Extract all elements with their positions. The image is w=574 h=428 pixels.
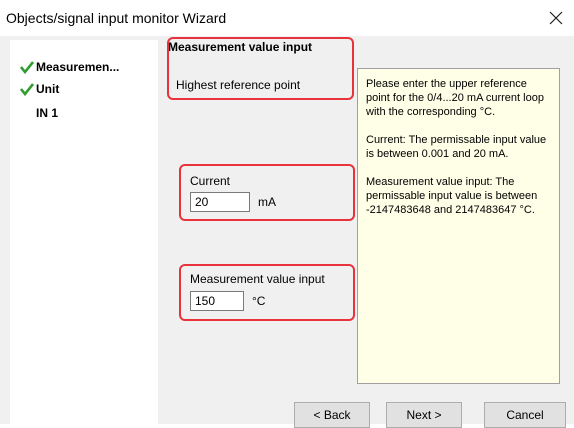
dialog-client: Measuremen... Unit IN 1 Measurement valu… <box>0 36 574 428</box>
step-measurement: Measuremen... <box>20 60 119 74</box>
page-title: Measurement value input <box>168 40 313 54</box>
checkmark-icon <box>20 61 34 74</box>
help-panel: Please enter the upper reference point f… <box>357 68 560 384</box>
back-button[interactable]: < Back <box>294 402 370 428</box>
measurement-input[interactable] <box>190 291 244 311</box>
step-label: Measuremen... <box>36 60 120 74</box>
step-label: Unit <box>36 82 60 96</box>
wizard-steps: Measuremen... Unit IN 1 <box>10 40 158 424</box>
next-button[interactable]: Next > <box>386 402 462 428</box>
current-input[interactable] <box>190 192 250 212</box>
measurement-label: Measurement value input <box>190 272 325 286</box>
help-text-current: Current: The permissable input value is … <box>366 134 547 160</box>
step-unit: Unit <box>20 82 59 96</box>
step-label: IN 1 <box>36 106 59 120</box>
measurement-unit: °C <box>252 294 266 308</box>
current-unit: mA <box>258 195 276 209</box>
close-button[interactable] <box>542 4 570 32</box>
current-label: Current <box>190 174 231 188</box>
close-icon <box>549 11 563 25</box>
help-text-intro: Please enter the upper reference point f… <box>366 78 544 118</box>
step-in1: IN 1 <box>36 106 58 120</box>
help-text-measurement: Measurement value input: The permissable… <box>366 176 538 216</box>
title-bar: Objects/signal input monitor Wizard <box>0 0 574 36</box>
page-subtitle: Highest reference point <box>176 78 301 92</box>
cancel-button[interactable]: Cancel <box>484 402 566 428</box>
checkmark-icon <box>20 83 34 96</box>
window-title: Objects/signal input monitor Wizard <box>6 10 227 26</box>
